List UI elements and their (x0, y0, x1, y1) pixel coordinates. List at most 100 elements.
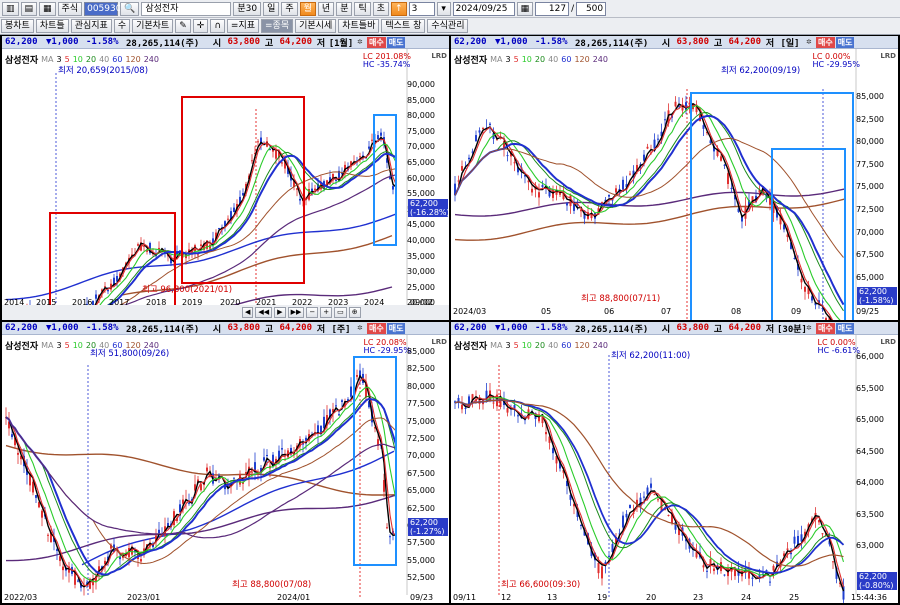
period-second-button[interactable]: 초 (372, 1, 390, 16)
layout-3-icon[interactable]: ▦ (39, 1, 56, 16)
search-icon[interactable]: 🔍 (120, 1, 140, 16)
text-window-button[interactable]: 텍스트 창 (381, 19, 426, 33)
candle-body (206, 467, 208, 472)
dropdown-icon[interactable]: ▾ (436, 1, 451, 16)
quote-rate: -1.58% (86, 37, 119, 47)
basic-chart-button[interactable]: 기본차트 (132, 19, 174, 33)
moving-average-line (5, 416, 397, 539)
zoom-in-button[interactable]: + (320, 307, 333, 318)
pencil-icon[interactable]: ✎ (175, 19, 191, 33)
sell-button[interactable]: 매도 (835, 322, 855, 334)
y-tick-label: 45,000 (407, 220, 435, 230)
quote-volume: 28,265,114(주) (575, 324, 649, 335)
scroll-right-button[interactable]: ▶ (274, 307, 286, 318)
settings-icon[interactable]: ✲ (803, 37, 815, 47)
chart-panel-weekly[interactable]: 62,200 ▼1,000 -1.58% 28,265,114(주) 시 63,… (2, 322, 449, 603)
magnet-icon[interactable]: ∩ (210, 19, 225, 33)
scroll-left-button[interactable]: ◀ (242, 307, 254, 318)
settings-icon[interactable]: ✲ (803, 323, 815, 333)
candle-body (625, 513, 628, 518)
buy-button[interactable]: 매수 (816, 322, 835, 334)
sell-button[interactable]: 매도 (386, 36, 406, 48)
candle-body (751, 577, 754, 579)
number-button[interactable]: 수 (113, 19, 131, 33)
legend-ma10: 10 (521, 341, 532, 350)
stock-button[interactable]: =종목 (261, 19, 294, 33)
settings-icon[interactable]: ✲ (354, 37, 366, 47)
period-month-button[interactable]: 월 (299, 1, 316, 16)
date-input[interactable]: 2024/09/25 (452, 1, 515, 16)
candle-body (597, 562, 600, 574)
high-annotation: 최고 88,800(07/08) (232, 580, 312, 590)
formula-manage-button[interactable]: 수식관리 (427, 19, 469, 33)
legend-ma20: 20 (534, 55, 546, 64)
indicator-button[interactable]: =지표 (226, 19, 260, 33)
high-annotation: 최고 96,800(2021/01) (142, 285, 233, 295)
y-tick-label: 75,000 (407, 416, 435, 426)
layout-1-icon[interactable]: ▥ (2, 1, 19, 16)
low-label: 저 (316, 324, 326, 335)
tick-up-icon[interactable]: ↑ (391, 1, 407, 16)
legend-stock-name: 삼성전자 (5, 56, 39, 66)
chart-panel-30min[interactable]: 62,200 ▼1,000 -1.58% 28,265,114(주) 시 63,… (451, 322, 898, 603)
open-label: 시 (661, 324, 671, 335)
candle-body (227, 218, 229, 220)
hc-value: HC -29.95% (363, 346, 411, 355)
chart-panel-daily[interactable]: 62,200 ▼1,000 -1.58% 28,265,114(주) 시 63,… (451, 36, 898, 320)
candle-body (804, 286, 806, 292)
period-badge: [1월] (328, 38, 354, 49)
sell-button[interactable]: 매도 (386, 322, 406, 334)
chart-frame-button[interactable]: 차트틀 (35, 19, 69, 33)
interest-indicator-button[interactable]: 관심지표 (70, 19, 112, 33)
calendar-icon[interactable]: ▦ (516, 1, 534, 16)
period-day-button[interactable]: 일 (263, 1, 280, 16)
minute-select[interactable]: 분30 (233, 1, 262, 16)
candle-body (341, 400, 343, 402)
zoom-out-button[interactable]: − (306, 307, 319, 318)
count-input[interactable]: 127 (535, 1, 570, 16)
candle-body (646, 146, 649, 149)
layout-2-icon[interactable]: ▤ (20, 1, 38, 16)
candle-body (461, 166, 463, 171)
stock-type-select[interactable]: 주식 (57, 1, 83, 16)
period-minute-button[interactable]: 분 (336, 1, 353, 16)
crosshair-icon[interactable]: ✛ (192, 19, 209, 33)
legend-ma: MA (490, 341, 503, 350)
candle-body (657, 499, 659, 501)
hc-value: HC -29.95% (812, 60, 860, 69)
y-tick-label: 85,000 (856, 92, 884, 101)
candle-body (380, 132, 382, 136)
buy-button[interactable]: 매수 (367, 322, 386, 334)
sell-button[interactable]: 매도 (835, 36, 855, 48)
candle-body (281, 448, 283, 450)
period-tick-button[interactable]: 틱 (354, 1, 371, 16)
legend-ma3: 3 (56, 55, 62, 64)
total-input[interactable]: 500 (576, 1, 607, 16)
fit-button[interactable]: ▭ (334, 307, 347, 318)
period-year-button[interactable]: 년 (317, 1, 335, 16)
tick-value-input[interactable]: 3 (408, 1, 435, 16)
scroll-fast-left-button[interactable]: ◀◀ (255, 307, 273, 318)
stock-name-field[interactable]: 삼성전자 (141, 1, 232, 16)
low-annotation: 최저 51,800(09/26) (90, 349, 170, 359)
candle-body (188, 502, 190, 504)
settings-icon[interactable]: ✲ (354, 323, 366, 333)
basic-quote-button[interactable]: 기본시세 (295, 19, 337, 33)
legend-ma120: 120 (574, 55, 590, 64)
candle-body (622, 179, 624, 190)
period-week-button[interactable]: 주 (281, 1, 298, 16)
stock-code-input[interactable]: 005930 (84, 1, 121, 16)
legend-ma: MA (41, 341, 54, 350)
candle-chart-button[interactable]: 봉차트 (1, 19, 34, 33)
quote-price: 62,200 (454, 37, 487, 47)
chart-toolbar-button[interactable]: 차트틀바 (338, 19, 380, 33)
candle-body (368, 146, 370, 149)
buy-button[interactable]: 매수 (816, 36, 835, 48)
crosshair-button[interactable]: ⊕ (348, 307, 361, 318)
scroll-fast-right-button[interactable]: ▶▶ (287, 307, 305, 318)
candle-body (723, 574, 726, 576)
buy-button[interactable]: 매수 (367, 36, 386, 48)
candle-body (314, 188, 316, 191)
chart-panel-monthly[interactable]: 62,200 ▼1,000 -1.58% 28,265,114(주) 시 63,… (2, 36, 449, 320)
candle-body (200, 244, 202, 246)
